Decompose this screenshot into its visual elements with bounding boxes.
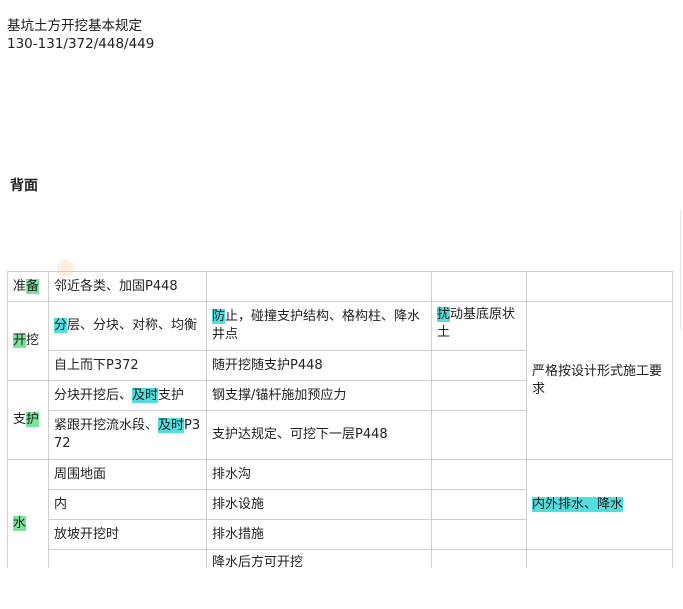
table-cell: 排水沟 — [206, 459, 432, 490]
scroll-divider — [680, 210, 681, 330]
row-label-dig: 开挖 — [7, 301, 49, 381]
table-row: 降水后方可开挖 — [8, 549, 673, 568]
table-row: 准备 邻近各类、加固P448 — [7, 271, 673, 302]
table-cell — [526, 271, 673, 302]
table-cell: 紧跟开挖流水段、及时P372 — [48, 410, 207, 460]
table-cell — [431, 459, 527, 490]
header-block: 基坑土方开挖基本规定 130-131/372/448/449 — [7, 17, 154, 53]
row-label-water: 水 — [7, 459, 49, 568]
rules-table: 准备 邻近各类、加固P448 开挖 分层、分块、对称、均衡 防止，碰撞支护结构、… — [7, 271, 673, 568]
table-cell: 周围地面 — [48, 459, 207, 490]
row-label-prep: 准备 — [7, 271, 49, 302]
table-cell: 自上而下P372 — [48, 350, 207, 381]
table-cell — [431, 271, 527, 302]
table-cell: 邻近各类、加固P448 — [48, 271, 207, 302]
table-cell — [526, 549, 673, 568]
table-cell: 排水措施 — [206, 519, 432, 550]
page-reference: 130-131/372/448/449 — [7, 36, 155, 52]
section-heading: 背面 — [10, 178, 38, 194]
table-cell — [431, 489, 527, 520]
table-cell: 防止，碰撞支护结构、格构柱、降水井点 — [206, 301, 432, 351]
table-cell — [431, 549, 527, 568]
table-cell: 排水设施 — [206, 489, 432, 520]
table-row: 开挖 分层、分块、对称、均衡 防止，碰撞支护结构、格构柱、降水井点 扰动基底原状… — [7, 301, 673, 460]
table-cell — [431, 410, 527, 460]
table-cell: 支护达规定、可挖下一层P448 — [206, 410, 432, 460]
row-label-support: 支护 — [7, 380, 49, 460]
note-cell: 严格按设计形式施工要求 — [526, 301, 673, 460]
table-row: 水 周围地面 排水沟 内外排水、降水 — [7, 459, 673, 568]
table-cell: 随开挖随支护P448 — [206, 350, 432, 381]
table-cell: 钢支撑/锚杆施加预应力 — [206, 380, 432, 411]
note-cell: 内外排水、降水 — [526, 459, 673, 550]
table-cell — [431, 519, 527, 550]
table-cell: 分块开挖后、及时支护 — [48, 380, 207, 411]
table-cell: 扰动基底原状土 — [431, 301, 527, 351]
page-title: 基坑土方开挖基本规定 — [7, 18, 142, 34]
rules-table-container: 准备 邻近各类、加固P448 开挖 分层、分块、对称、均衡 防止，碰撞支护结构、… — [7, 271, 673, 568]
table-cell — [48, 549, 207, 568]
table-cell: 降水后方可开挖 — [206, 549, 432, 568]
table-cell: 分层、分块、对称、均衡 — [48, 301, 207, 351]
table-cell: 内 — [48, 489, 207, 520]
table-cell: 放坡开挖时 — [48, 519, 207, 550]
table-cell — [206, 271, 432, 302]
table-cell — [431, 350, 527, 381]
table-cell — [431, 380, 527, 411]
